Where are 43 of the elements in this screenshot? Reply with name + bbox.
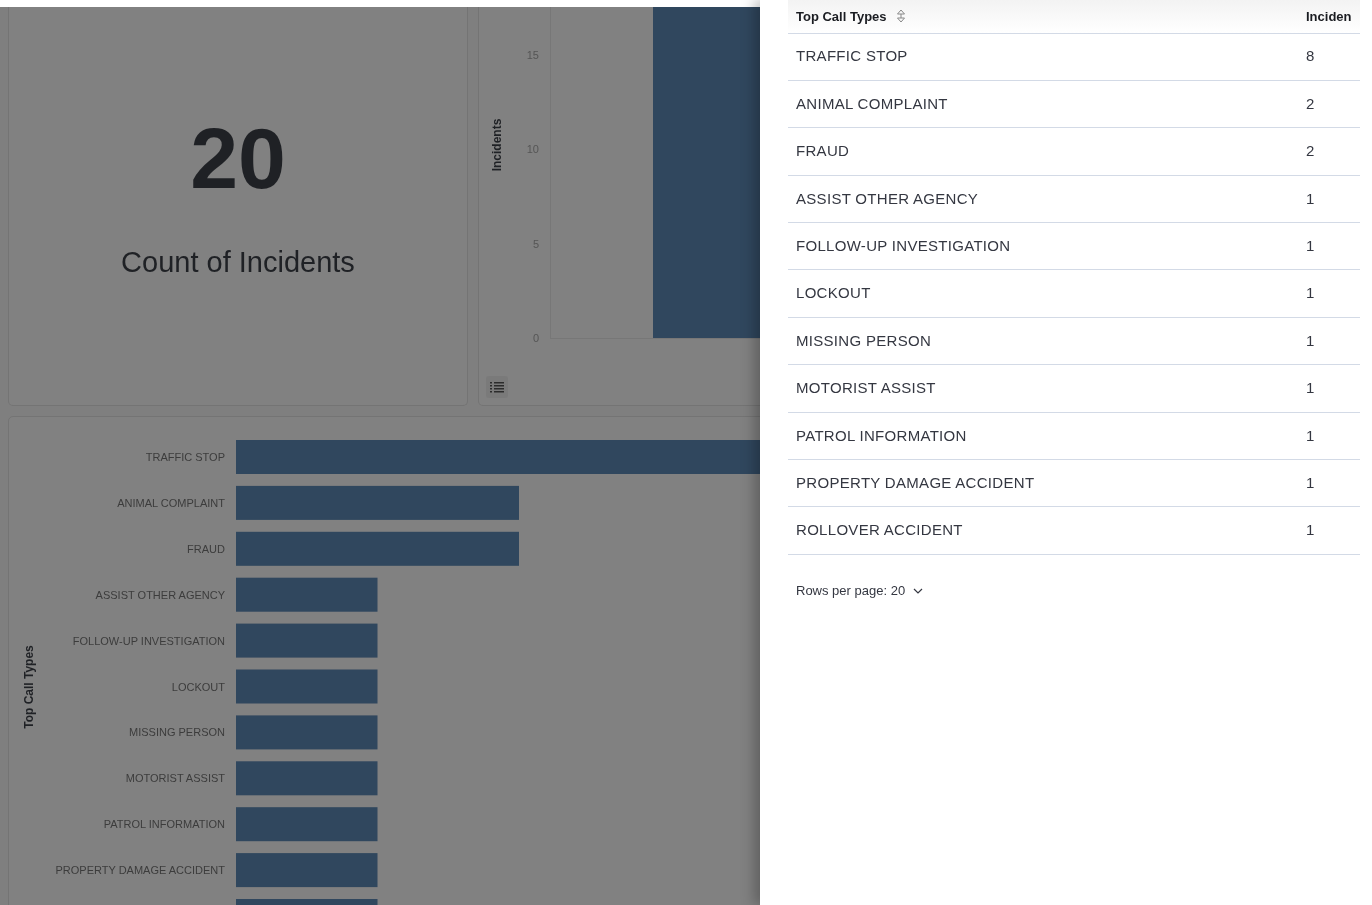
table-cell: FOLLOW-UP INVESTIGATION (788, 222, 1298, 270)
table-cell: ANIMAL COMPLAINT (788, 80, 1298, 128)
chevron-down-icon (913, 587, 924, 594)
table-cell: 1 (1298, 222, 1360, 270)
category-label: FOLLOW-UP INVESTIGATION (72, 634, 225, 647)
table-cell: PROPERTY DAMAGE ACCIDENT (788, 459, 1298, 507)
table-cell: 1 (1298, 459, 1360, 507)
legend-toggle-button[interactable] (486, 376, 508, 398)
table-cell: 2 (1298, 80, 1360, 128)
axis-title: Incidents (490, 118, 504, 172)
table-cell: 1 (1298, 317, 1360, 365)
table-cell: 1 (1298, 269, 1360, 318)
metric-value: 20 (190, 115, 286, 201)
table-cell: FRAUD (788, 127, 1298, 176)
table-cell: ROLLOVER ACCIDENT (788, 506, 1298, 555)
category-label: ASSIST OTHER AGENCY (95, 588, 225, 601)
column-header[interactable]: Top Call Types (796, 8, 887, 24)
sort-icon (896, 8, 907, 23)
category-label: FRAUD (187, 542, 225, 555)
table-cell: ASSIST OTHER AGENCY (788, 175, 1298, 223)
category-label: LOCKOUT (171, 680, 225, 693)
table-cell: LOCKOUT (788, 269, 1298, 318)
table-cell: 8 (1298, 33, 1360, 81)
category-label: PROPERTY DAMAGE ACCIDENT (55, 864, 225, 877)
table-cell: 1 (1298, 412, 1360, 460)
table-cell: 1 (1298, 506, 1360, 555)
category-label: ANIMAL COMPLAINT (117, 496, 225, 509)
table-cell: MOTORIST ASSIST (788, 364, 1298, 413)
category-label: TRAFFIC STOP (145, 451, 225, 463)
category-label: PATROL INFORMATION (103, 818, 225, 831)
category-label: MOTORIST ASSIST (125, 772, 225, 785)
metric-label: Count of Incidents (121, 245, 355, 280)
category-label: MISSING PERSON (129, 726, 225, 739)
table-cell: TRAFFIC STOP (788, 33, 1298, 81)
table-cell: 1 (1298, 175, 1360, 223)
table-cell: PATROL INFORMATION (788, 412, 1298, 460)
list-icon (490, 381, 504, 393)
axis-title: Top Call Types (22, 645, 36, 729)
table-cell: 1 (1298, 364, 1360, 413)
column-header[interactable]: Inciden (1298, 0, 1360, 33)
rows-per-page-button[interactable]: Rows per page: 20 (796, 580, 924, 601)
table-cell: 2 (1298, 127, 1360, 176)
table-cell: MISSING PERSON (788, 317, 1298, 365)
